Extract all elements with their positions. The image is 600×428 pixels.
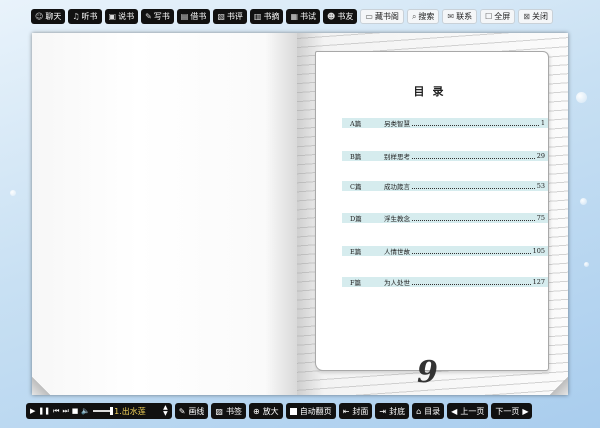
autoflip-toggle[interactable]: 自动翻页 (285, 403, 336, 419)
draw-icon: ✎ (178, 406, 186, 416)
review-icon: ▧ (217, 12, 225, 21)
toc-paper (315, 51, 549, 371)
pause-icon[interactable]: ❚❚ (38, 407, 50, 415)
toc-entry[interactable]: B篇 别样思考 29 (342, 151, 548, 161)
track-stepper[interactable]: ▲ ▼ (163, 405, 168, 417)
search-icon: ⌕ (411, 12, 417, 21)
toc-title: 目录 (413, 85, 452, 98)
page-number: 9 (417, 355, 438, 390)
listen-button[interactable]: ♫ 听书 (68, 9, 102, 24)
excerpt-icon: ▥ (253, 12, 262, 21)
zoom-icon: ⊕ (252, 406, 260, 416)
checkbox-icon: ☐ (485, 12, 493, 21)
next-page-button[interactable]: 下一页 ▶ (491, 403, 533, 419)
decor-bubble (584, 262, 589, 267)
toc-entry[interactable]: E篇 人情世故 105 (342, 246, 548, 256)
top-toolbar: ☺ 聊天 ♫ 听书 ▣ 说书 ✎ 写书 ▤ 借书 ▧ 书评 ▥ 书摘 ▦ 书试 ☻ 书友 ▭ 藏书阁… (31, 9, 553, 24)
left-page[interactable] (32, 33, 297, 395)
right-page-corner[interactable] (550, 377, 568, 395)
decor-bubble (576, 92, 587, 103)
listen-icon: ♫ (72, 12, 80, 21)
back-cover-icon: ⇥ (379, 406, 387, 416)
next-arrow-icon: ▶ (522, 406, 529, 416)
excerpt-button[interactable]: ▥ 书摘 (249, 9, 284, 24)
talk-button[interactable]: ▣ 说书 (104, 9, 139, 24)
decor-bubble (10, 190, 16, 196)
cover-icon: ⇤ (342, 406, 350, 416)
volume-icon[interactable]: 🔈 (81, 407, 90, 415)
mail-icon: ✉ (447, 12, 455, 21)
decor-bubble (580, 198, 587, 205)
music-player: ▶ ❚❚ ⏮ ⏭ ■ 🔈 1.出水莲 ▲ ▼ (26, 403, 172, 419)
leader-dots (412, 124, 539, 126)
write-button[interactable]: ✎ 写书 (141, 9, 174, 24)
stop-icon[interactable]: ■ (72, 407, 79, 415)
bookmark-button[interactable]: ▨ 书签 (211, 403, 246, 419)
bookmark-icon: ▨ (215, 406, 223, 416)
play-icon[interactable]: ▶ (30, 407, 35, 415)
back-cover-button[interactable]: ⇥ 封底 (375, 403, 410, 419)
leader-dots (412, 187, 535, 189)
volume-slider[interactable] (93, 407, 114, 415)
close-button[interactable]: ⊠ 关闭 (518, 9, 553, 24)
bookshelf-icon: ▭ (365, 12, 373, 21)
bookshelf-button[interactable]: ▭ 藏书阁 (360, 9, 404, 24)
contents-button[interactable]: ⌂ 目录 (412, 403, 445, 419)
track-name: 1.出水莲 (114, 406, 146, 416)
toc-entry[interactable]: D篇 浮生教念 75 (342, 213, 548, 223)
book-icon: ▤ (180, 12, 189, 21)
chat-icon: ☺ (35, 12, 44, 21)
toc-entry[interactable]: A篇 另类智慧 1 (342, 118, 548, 128)
friends-button[interactable]: ☻ 书友 (323, 9, 358, 24)
friends-icon: ☻ (327, 12, 336, 21)
borrow-button[interactable]: ▤ 借书 (176, 9, 211, 24)
chat-button[interactable]: ☺ 聊天 (31, 9, 66, 24)
review-button[interactable]: ▧ 书评 (213, 9, 247, 24)
close-icon: ⊠ (523, 12, 530, 21)
leader-dots (412, 157, 535, 159)
toc-entry[interactable]: C篇 成功箴言 53 (342, 181, 548, 191)
prev-arrow-icon: ◀ (451, 406, 458, 416)
zoom-button[interactable]: ⊕ 放大 (248, 403, 283, 419)
checkbox-icon (289, 407, 297, 415)
home-icon: ⌂ (416, 406, 422, 416)
contact-button[interactable]: ✉ 联系 (442, 9, 478, 24)
bottom-toolbar: ▶ ❚❚ ⏮ ⏭ ■ 🔈 1.出水莲 ▲ ▼ ✎ 画线 ▨ 书签 ⊕ 放大 自动翻页 ⇤… (26, 403, 533, 419)
talk-icon: ▣ (108, 12, 117, 21)
previous-track-icon[interactable]: ⏮ (53, 407, 59, 416)
leader-dots (412, 252, 531, 254)
previous-page-button[interactable]: ◀ 上一页 (447, 403, 489, 419)
exam-icon: ▦ (290, 12, 299, 21)
search-button[interactable]: ⌕ 搜索 (406, 9, 440, 24)
left-page-corner[interactable] (32, 377, 50, 395)
cover-button[interactable]: ⇤ 封面 (338, 403, 373, 419)
exam-button[interactable]: ▦ 书试 (286, 9, 321, 24)
fullscreen-button[interactable]: ☐ 全屏 (480, 9, 516, 24)
leader-dots (412, 283, 531, 285)
leader-dots (412, 219, 535, 221)
toc-entry[interactable]: F篇 为人处世 127 (342, 277, 548, 287)
volume-knob[interactable] (110, 407, 114, 415)
draw-button[interactable]: ✎ 画线 (174, 403, 209, 419)
next-track-icon[interactable]: ⏭ (62, 407, 68, 416)
pen-icon: ✎ (145, 12, 152, 21)
book-spread: 目录 A篇 另类智慧 1 B篇 别样思考 29 C篇 成功箴言 53 D篇 浮生… (32, 33, 568, 395)
